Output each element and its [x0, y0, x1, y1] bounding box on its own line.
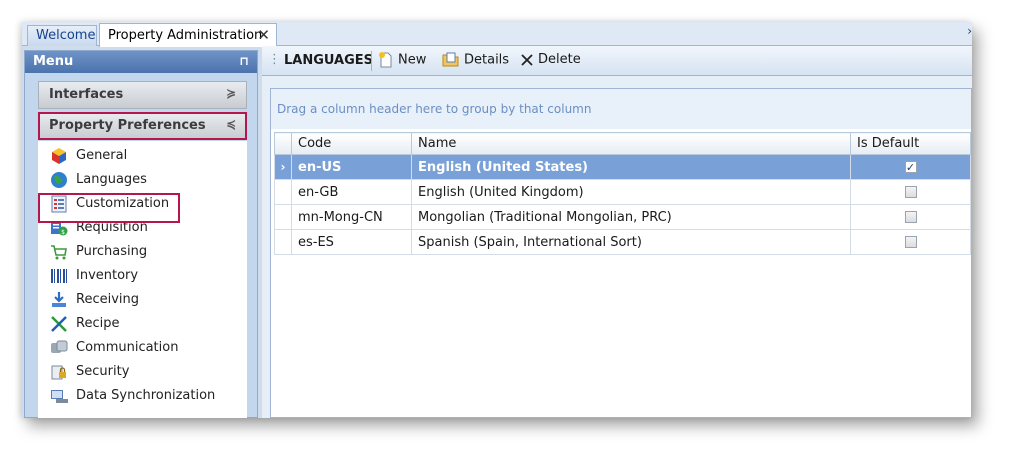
cell-is-default	[850, 179, 971, 205]
is-default-checkbox[interactable]	[904, 186, 917, 198]
sidebar-item-data-synchronization[interactable]: Data Synchronization	[50, 385, 240, 407]
cell-code[interactable]: mn-Mong-CN	[291, 204, 412, 230]
new-button[interactable]: New	[378, 52, 426, 68]
delete-button[interactable]: Delete	[520, 52, 581, 67]
sidebar-item-recipe[interactable]: Recipe	[50, 313, 240, 335]
toolbar-separator	[371, 51, 372, 71]
sidebar-item-receiving[interactable]: Receiving	[50, 289, 240, 311]
toolbar-grip-icon[interactable]: ⋮	[268, 52, 281, 67]
is-default-checkbox[interactable]: ✓	[904, 161, 917, 173]
main-panel: ⋮ LANGUAGES New Details Delete Drag a co…	[262, 46, 972, 418]
is-default-checkbox[interactable]	[904, 211, 917, 223]
delete-button-label: Delete	[538, 52, 581, 67]
folder-icon	[442, 52, 459, 67]
sidebar-item-requisition[interactable]: $ Requisition	[50, 217, 240, 239]
sidebar-item-label: Inventory	[76, 268, 139, 283]
cart-icon	[51, 245, 67, 260]
sidebar-item-label: Receiving	[76, 292, 140, 307]
sidebar: Menu ⊓ Interfaces ≽ Property Preferences…	[24, 50, 258, 418]
tab-property-administration[interactable]: Property Administration ✕	[99, 23, 277, 47]
row-indicator-icon: ›	[274, 154, 292, 180]
sidebar-item-label: General	[76, 148, 128, 163]
close-icon[interactable]: ✕	[257, 26, 270, 44]
row-indicator-cell	[274, 179, 292, 205]
tab-label: Property Administration	[108, 28, 263, 43]
details-button-label: Details	[464, 52, 510, 68]
column-header-is-default[interactable]: Is Default	[850, 132, 971, 155]
new-button-label: New	[398, 52, 427, 68]
new-document-icon	[379, 52, 392, 68]
tab-welcome[interactable]: Welcome	[27, 25, 97, 46]
sidebar-item-security[interactable]: Security	[50, 361, 240, 383]
cell-name[interactable]: English (United States)	[411, 154, 851, 180]
network-icon	[51, 340, 68, 353]
sidebar-item-inventory[interactable]: Inventory	[50, 265, 240, 287]
group-label: Property Preferences	[49, 118, 206, 133]
pin-icon[interactable]: ⊓	[239, 54, 249, 68]
group-by-panel[interactable]: Drag a column header here to group by th…	[271, 89, 971, 129]
sidebar-header: Menu ⊓	[25, 51, 257, 73]
requisition-icon: $	[51, 222, 68, 236]
application-window: Welcome Property Administration ✕ › Menu…	[22, 22, 972, 418]
utensils-icon	[51, 316, 67, 332]
cell-name[interactable]: English (United Kingdom)	[411, 179, 851, 205]
form-icon	[51, 195, 67, 213]
sidebar-item-label: Data Synchronization	[76, 388, 216, 403]
delete-icon	[521, 53, 533, 66]
cell-name[interactable]: Mongolian (Traditional Mongolian, PRC)	[411, 204, 851, 230]
sidebar-item-languages[interactable]: Languages	[50, 169, 240, 191]
column-header-code[interactable]: Code	[291, 132, 412, 155]
cell-is-default: ✓	[850, 154, 971, 180]
table-row[interactable]: mn-Mong-CN Mongolian (Traditional Mongol…	[274, 204, 971, 230]
globe-icon	[51, 172, 67, 188]
cube-icon	[52, 148, 66, 164]
lock-icon	[51, 365, 66, 380]
group-property-preferences[interactable]: Property Preferences ≼	[38, 112, 247, 140]
sidebar-item-label: Communication	[76, 340, 179, 355]
chevron-up-icon[interactable]: ≼	[226, 117, 236, 131]
sidebar-item-general[interactable]: General	[50, 145, 240, 167]
download-icon	[52, 292, 66, 307]
cell-code[interactable]: en-GB	[291, 179, 412, 205]
table-row[interactable]: en-GB English (United Kingdom)	[274, 179, 971, 205]
sidebar-item-label: Requisition	[76, 220, 148, 235]
table-row[interactable]: › en-US English (United States) ✓	[274, 154, 971, 180]
grid-header-row: Code Name Is Default	[274, 132, 971, 155]
group-label: Interfaces	[49, 87, 124, 102]
sidebar-item-customization[interactable]: Customization	[50, 193, 240, 215]
cell-code[interactable]: en-US	[291, 154, 412, 180]
sidebar-item-label: Purchasing	[76, 244, 148, 259]
cell-is-default	[850, 229, 971, 255]
sidebar-title: Menu	[33, 54, 74, 69]
document-tab-strip: Welcome Property Administration ✕ ›	[22, 22, 972, 47]
toolbar: ⋮ LANGUAGES New Details Delete	[262, 46, 972, 76]
barcode-icon	[51, 269, 67, 283]
sync-icon	[51, 390, 68, 403]
cell-name[interactable]: Spanish (Spain, International Sort)	[411, 229, 851, 255]
sidebar-item-label: Security	[76, 364, 130, 379]
grid-container: Drag a column header here to group by th…	[270, 88, 972, 418]
sidebar-item-purchasing[interactable]: Purchasing	[50, 241, 240, 263]
row-indicator-cell	[274, 229, 292, 255]
row-indicator-cell	[274, 204, 292, 230]
column-header-name[interactable]: Name	[411, 132, 851, 155]
sidebar-item-communication[interactable]: Communication	[50, 337, 240, 359]
cell-code[interactable]: es-ES	[291, 229, 412, 255]
svg-text:$: $	[61, 229, 65, 236]
sidebar-item-label: Customization	[76, 196, 170, 211]
languages-grid: Code Name Is Default › en-US English (Un…	[274, 132, 971, 255]
chevron-down-icon[interactable]: ≽	[226, 86, 236, 100]
cell-is-default	[850, 204, 971, 230]
toolbar-title: LANGUAGES	[284, 53, 374, 68]
table-row[interactable]: es-ES Spanish (Spain, International Sort…	[274, 229, 971, 255]
chevron-right-icon[interactable]: ›	[967, 24, 972, 38]
row-indicator-header	[274, 132, 292, 155]
details-button[interactable]: Details	[442, 52, 509, 68]
group-interfaces[interactable]: Interfaces ≽	[38, 81, 247, 109]
sidebar-item-list: General Languages Customization $ Requis…	[38, 141, 247, 418]
sidebar-item-label: Recipe	[76, 316, 120, 331]
is-default-checkbox[interactable]	[904, 236, 917, 248]
sidebar-item-label: Languages	[76, 172, 147, 187]
